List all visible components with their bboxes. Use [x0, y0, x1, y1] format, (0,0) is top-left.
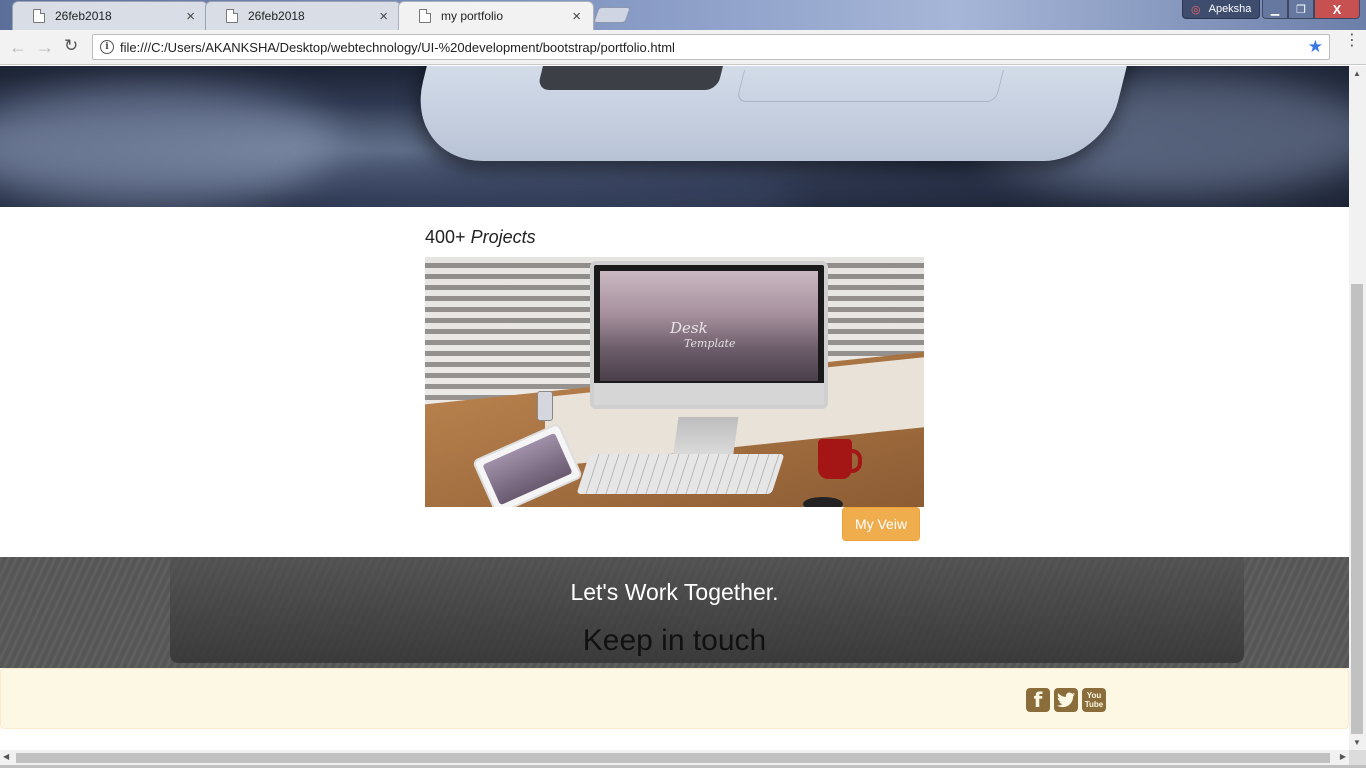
- facebook-icon[interactable]: f: [1026, 688, 1050, 712]
- trackpad-graphic: [736, 70, 1004, 102]
- monitor-graphic: Desk Template: [590, 261, 828, 409]
- horizontal-scrollbar[interactable]: ◀ ▶: [0, 750, 1349, 765]
- close-icon[interactable]: ×: [186, 8, 195, 25]
- youtube-icon[interactable]: You Tube: [1082, 688, 1106, 712]
- twitter-icon[interactable]: [1054, 688, 1078, 712]
- tab-26feb2018-1[interactable]: 26feb2018 ×: [12, 1, 208, 30]
- vertical-scroll-thumb[interactable]: [1351, 284, 1363, 734]
- minimize-button[interactable]: ▁: [1262, 0, 1288, 19]
- contact-section: Let's Work Together. Keep in touch: [0, 557, 1349, 668]
- tab-my-portfolio[interactable]: my portfolio ×: [398, 1, 594, 30]
- browser-titlebar: 26feb2018 × 26feb2018 × my portfolio × ◎…: [0, 0, 1366, 30]
- close-icon[interactable]: ×: [379, 8, 388, 25]
- keyboard-graphic: [576, 454, 785, 494]
- mug-graphic: [818, 439, 862, 479]
- browser-menu-icon[interactable]: ⋮: [1344, 33, 1360, 49]
- my-view-button[interactable]: My Veiw: [842, 507, 920, 541]
- new-tab-button[interactable]: [593, 7, 631, 23]
- profile-name: Apeksha: [1208, 3, 1252, 15]
- scroll-up-arrow-icon[interactable]: ▲: [1353, 69, 1361, 78]
- projects-count: 400+: [425, 227, 466, 247]
- page-icon: [33, 9, 45, 23]
- back-arrow-icon[interactable]: ←: [9, 37, 27, 58]
- url-text[interactable]: file:///C:/Users/AKANKSHA/Desktop/webtec…: [120, 40, 675, 55]
- address-bar[interactable]: i file:///C:/Users/AKANKSHA/Desktop/webt…: [92, 34, 1330, 60]
- mouse-graphic: [803, 497, 843, 507]
- hero-image: [0, 66, 1349, 207]
- reload-icon[interactable]: ↻: [64, 36, 78, 56]
- profile-icon: ◎: [1191, 3, 1201, 16]
- scroll-right-arrow-icon[interactable]: ▶: [1340, 752, 1346, 761]
- projects-heading: 400+ Projects: [425, 227, 536, 248]
- tab-label: 26feb2018: [248, 9, 305, 23]
- horizontal-scroll-thumb[interactable]: [16, 753, 1330, 763]
- laptop-keys-graphic: [537, 66, 723, 90]
- tab-label: my portfolio: [441, 9, 504, 23]
- close-icon[interactable]: ×: [572, 8, 581, 25]
- close-window-button[interactable]: X: [1314, 0, 1360, 19]
- page-viewport: 400+ Projects Desk Template My Veiw Let'…: [0, 66, 1349, 750]
- vertical-scrollbar[interactable]: ▲ ▼: [1349, 66, 1366, 750]
- info-icon[interactable]: i: [100, 40, 114, 54]
- profile-button[interactable]: ◎ Apeksha: [1182, 0, 1260, 19]
- tab-label: 26feb2018: [55, 9, 112, 23]
- tab-26feb2018-2[interactable]: 26feb2018 ×: [205, 1, 401, 30]
- projects-label: Projects: [470, 227, 536, 247]
- keep-in-touch-heading: Keep in touch: [582, 624, 767, 657]
- page-icon: [226, 9, 238, 23]
- maximize-button[interactable]: ❐: [1288, 0, 1314, 19]
- screen-logo-text: Desk Template: [670, 319, 736, 351]
- browser-toolbar: ← → ↻ i file:///C:/Users/AKANKSHA/Deskto…: [0, 30, 1366, 65]
- scroll-down-arrow-icon[interactable]: ▼: [1353, 738, 1361, 747]
- work-together-heading: Let's Work Together.: [570, 579, 779, 605]
- footer-panel: f You Tube: [0, 668, 1349, 729]
- forward-arrow-icon[interactable]: →: [36, 37, 54, 58]
- project-image: Desk Template: [425, 257, 924, 507]
- bookmark-star-icon[interactable]: ★: [1308, 37, 1323, 57]
- phone-graphic: [537, 391, 553, 421]
- page-icon: [419, 9, 431, 23]
- scroll-left-arrow-icon[interactable]: ◀: [3, 752, 9, 761]
